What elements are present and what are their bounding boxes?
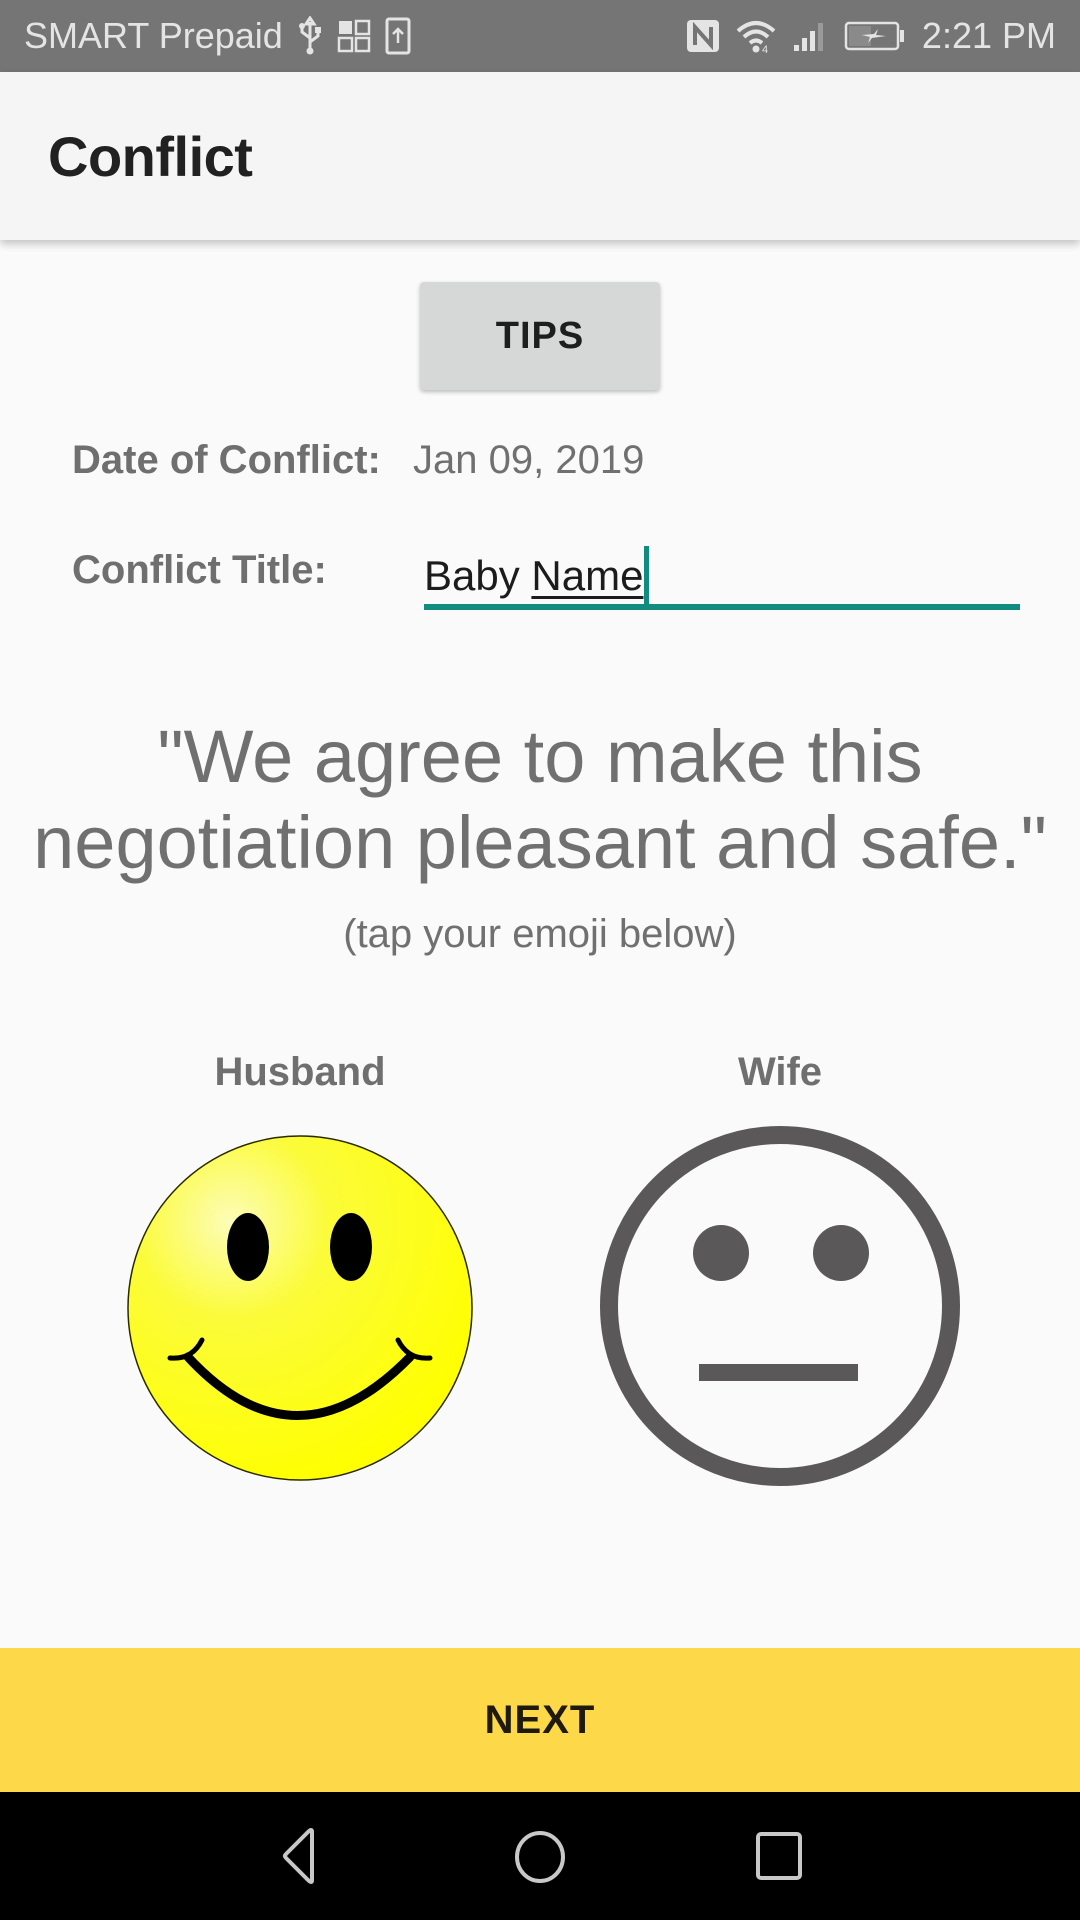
husband-emoji-button[interactable] [126,1134,474,1482]
wife-label: Wife [737,1050,823,1094]
app-bar: Conflict [0,72,1080,240]
husband-label: Husband [214,1050,386,1094]
apps-grid-icon [337,19,371,53]
next-button[interactable]: NEXT [0,1648,1080,1792]
usb-icon [297,16,323,56]
conflict-title-input[interactable]: Baby Name [424,536,1020,610]
status-bar: SMART Prepaid 4 2:21 PM [0,0,1080,72]
pledge-text: "We agree to make this negotiation pleas… [0,714,1080,886]
title-text-composing: Name [531,552,644,599]
happy-face-icon [127,1135,473,1481]
svg-text:4: 4 [762,44,768,53]
back-icon [283,1828,314,1884]
status-left: SMART Prepaid [24,15,686,57]
recents-icon [756,1832,802,1880]
date-value[interactable]: Jan 09, 2019 [413,438,644,483]
navigation-bar [0,1792,1080,1920]
back-button[interactable] [270,1822,330,1897]
pledge-line-2: negotiation pleasant and safe." [33,801,1047,884]
clock: 2:21 PM [921,15,1056,56]
status-right: 4 2:21 PM [686,15,1056,57]
date-label: Date of Conflict: [72,438,381,482]
nfc-icon [686,19,720,53]
upload-icon [385,17,411,55]
signal-icon [792,19,828,53]
wife-emoji-button[interactable] [598,1124,962,1488]
battery-charging-icon [844,21,906,51]
title-label: Conflict Title: [72,548,327,592]
emoji-hint: (tap your emoji below) [343,912,737,956]
wifi-icon: 4 [736,19,776,53]
recents-button[interactable] [750,1822,810,1897]
neutral-face-icon [600,1126,960,1486]
carrier-name: SMART Prepaid [24,15,283,56]
tips-button[interactable]: TIPS [420,282,660,390]
title-text-prefix: Baby [424,552,532,599]
conflict-title-text[interactable]: Baby Name [424,546,650,604]
pledge-line-1: "We agree to make this [157,715,923,798]
page-title: Conflict [48,125,253,188]
home-icon [515,1831,565,1883]
text-cursor [644,546,650,604]
home-button[interactable] [505,1822,575,1897]
